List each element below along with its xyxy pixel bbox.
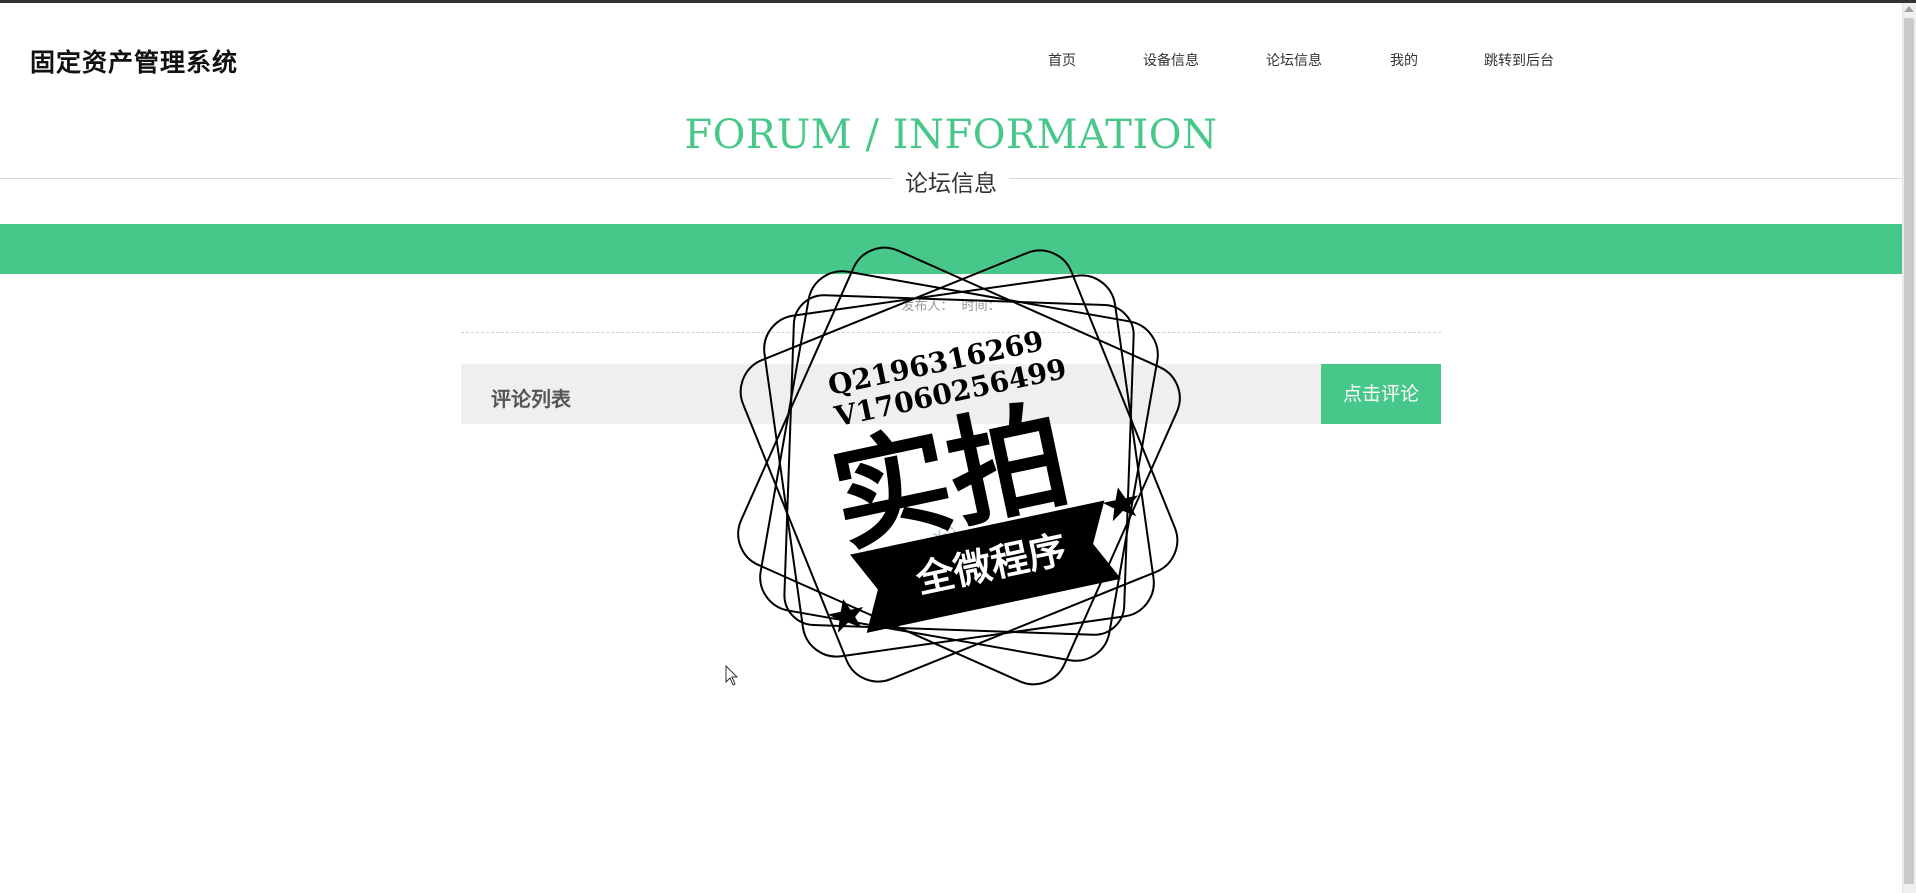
- scrollbar-thumb[interactable]: [1904, 18, 1914, 884]
- add-comment-button[interactable]: 点击评论: [1321, 364, 1441, 424]
- nav-item-admin[interactable]: 跳转到后台: [1484, 50, 1554, 70]
- section-title-cn: 论坛信息: [893, 164, 1009, 198]
- watermark-stamp-graphic: Q2196316269 V17060256499 实拍 全微程序: [737, 246, 1181, 686]
- nav-item-equipment[interactable]: 设备信息: [1143, 50, 1199, 70]
- mouse-pointer-icon: [725, 664, 739, 691]
- section-subtitle-wrap: 论坛信息: [0, 164, 1902, 198]
- main-nav: 首页 设备信息 论坛信息 我的 跳转到后台: [0, 50, 1902, 70]
- section-title-en: FORUM / INFORMATION: [684, 112, 1218, 158]
- watermark-stamp: Q2196316269 V17060256499 实拍 全微程序: [737, 246, 1181, 686]
- site-header: 固定资产管理系统 首页 设备信息 论坛信息 我的 跳转到后台: [0, 3, 1902, 103]
- nav-item-mine[interactable]: 我的: [1390, 50, 1418, 70]
- star-icon: [828, 598, 864, 633]
- nav-item-home[interactable]: 首页: [1048, 50, 1076, 70]
- scroll-up-arrow-icon[interactable]: [1904, 6, 1914, 12]
- comment-list-title: 评论列表: [491, 387, 571, 411]
- nav-item-forum[interactable]: 论坛信息: [1266, 50, 1322, 70]
